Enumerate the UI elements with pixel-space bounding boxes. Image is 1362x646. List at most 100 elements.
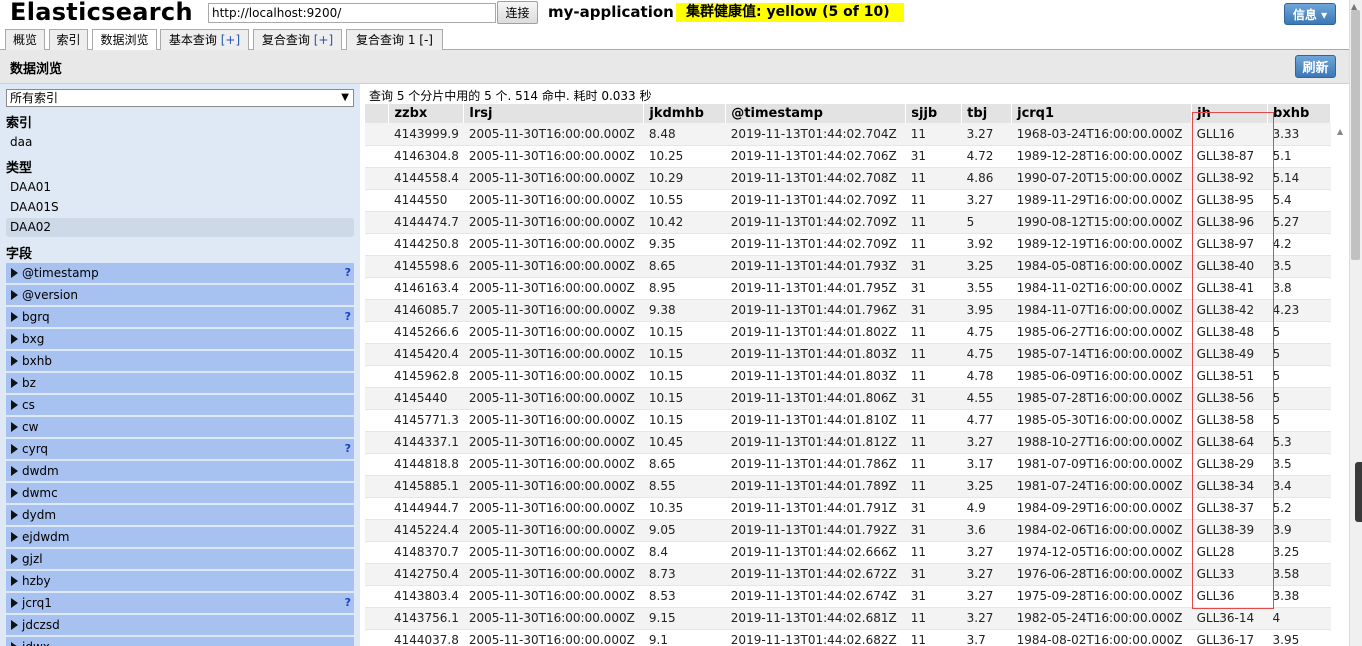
expand-triangle-icon[interactable]	[11, 312, 18, 322]
connect-button[interactable]: 连接	[497, 1, 538, 24]
field-help-icon[interactable]: ?	[345, 593, 351, 613]
url-input[interactable]	[208, 3, 496, 23]
sidebar-item-field[interactable]: jdczsd	[6, 615, 354, 635]
sidebar-item-field[interactable]: gjzl	[6, 549, 354, 569]
column-header[interactable]: sjjb	[905, 104, 963, 123]
table-row[interactable]: 4145962.8 2005-11-30T16:00:00.000Z 10.15 20…	[365, 365, 1331, 388]
table-row[interactable]: 4145420.4 2005-11-30T16:00:00.000Z 10.15 20…	[365, 343, 1331, 366]
table-row[interactable]: 4144558.4 2005-11-30T16:00:00.000Z 10.29 20…	[365, 167, 1331, 190]
table-row[interactable]: 4145440 2005-11-30T16:00:00.000Z 10.15 2019…	[365, 387, 1331, 410]
expand-triangle-icon[interactable]	[11, 620, 18, 630]
table-cell: 2019-11-13T01:44:02.709Z	[725, 189, 906, 212]
sidebar-item-field[interactable]: @timestamp?	[6, 263, 354, 283]
column-header[interactable]: bxhb	[1267, 104, 1331, 123]
sidebar-item-field[interactable]: cs	[6, 395, 354, 415]
sidebar-item-index[interactable]: daa	[6, 133, 354, 152]
table-cell: 4.77	[961, 409, 1012, 432]
sidebar-item-field[interactable]: dydm	[6, 505, 354, 525]
table-row[interactable]: 4144474.7 2005-11-30T16:00:00.000Z 10.42 20…	[365, 211, 1331, 234]
field-help-icon[interactable]: ?	[345, 263, 351, 283]
sidebar-item-field[interactable]: bz	[6, 373, 354, 393]
index-select[interactable]: 所有索引 ▼	[6, 89, 354, 107]
field-help-icon[interactable]: ?	[345, 439, 351, 459]
expand-triangle-icon[interactable]	[11, 400, 18, 410]
expand-triangle-icon[interactable]	[11, 554, 18, 564]
expand-triangle-icon[interactable]	[11, 488, 18, 498]
field-help-icon[interactable]: ?	[345, 307, 351, 327]
table-cell: 2005-11-30T16:00:00.000Z	[463, 519, 644, 542]
table-row[interactable]: 4144550 2005-11-30T16:00:00.000Z 10.55 2019…	[365, 189, 1331, 212]
column-header[interactable]: jkdmhb	[643, 104, 727, 123]
tab-indices[interactable]: 索引	[49, 29, 88, 50]
table-row[interactable]: 4143756.1 2005-11-30T16:00:00.000Z 9.15 201…	[365, 607, 1331, 630]
scrollbar-thumb[interactable]	[1351, 10, 1360, 260]
sidebar-item-type[interactable]: DAA01	[6, 178, 354, 197]
refresh-button[interactable]: 刷新	[1295, 55, 1336, 78]
column-header[interactable]: tbj	[961, 104, 1013, 123]
expand-triangle-icon[interactable]	[11, 642, 18, 646]
sidebar-item-type[interactable]: DAA01S	[6, 198, 354, 217]
expand-triangle-icon[interactable]	[11, 444, 18, 454]
sidebar-item-field[interactable]: hzby	[6, 571, 354, 591]
expand-triangle-icon[interactable]	[11, 466, 18, 476]
expand-triangle-icon[interactable]	[11, 356, 18, 366]
table-row[interactable]: 4146304.8 2005-11-30T16:00:00.000Z 10.25 20…	[365, 145, 1331, 168]
table-row[interactable]: 4143999.9 2005-11-30T16:00:00.000Z 8.48 201…	[365, 123, 1331, 146]
expand-triangle-icon[interactable]	[11, 334, 18, 344]
sidebar-item-field[interactable]: bxhb	[6, 351, 354, 371]
table-row[interactable]: 4144337.1 2005-11-30T16:00:00.000Z 10.45 20…	[365, 431, 1331, 454]
expand-triangle-icon[interactable]	[11, 532, 18, 542]
column-header[interactable]: jh	[1191, 104, 1269, 123]
table-row[interactable]: 4145598.6 2005-11-30T16:00:00.000Z 8.65 201…	[365, 255, 1331, 278]
sidebar-item-field[interactable]: bxg	[6, 329, 354, 349]
table-scroll-up-icon[interactable]: ▲	[1337, 127, 1343, 136]
expand-triangle-icon[interactable]	[11, 576, 18, 586]
sidebar-item-field[interactable]: dwmc	[6, 483, 354, 503]
tab-overview[interactable]: 概览	[5, 29, 45, 50]
table-row[interactable]: 4142750.4 2005-11-30T16:00:00.000Z 8.73 201…	[365, 563, 1331, 586]
column-header[interactable]: zzbx	[388, 104, 465, 123]
column-header[interactable]: @timestamp	[725, 104, 907, 123]
tab-add-icon[interactable]: [+]	[221, 33, 240, 47]
table-row[interactable]: 4144250.8 2005-11-30T16:00:00.000Z 9.35 201…	[365, 233, 1331, 256]
expand-triangle-icon[interactable]	[11, 268, 18, 278]
table-row[interactable]: 4145224.4 2005-11-30T16:00:00.000Z 9.05 201…	[365, 519, 1331, 542]
sidebar-item-field[interactable]: @version	[6, 285, 354, 305]
expand-triangle-icon[interactable]	[11, 422, 18, 432]
column-header[interactable]: lrsj	[463, 104, 645, 123]
expand-triangle-icon[interactable]	[11, 290, 18, 300]
tab-compound-query[interactable]: 复合查询 [+]	[253, 29, 342, 50]
sidebar-item-type-selected[interactable]: DAA02	[6, 218, 354, 237]
sidebar-item-field[interactable]: jcrq1?	[6, 593, 354, 613]
sidebar-item-field[interactable]: dwdm	[6, 461, 354, 481]
table-row[interactable]: 4146085.7 2005-11-30T16:00:00.000Z 9.38 201…	[365, 299, 1331, 322]
tab-basic-query[interactable]: 基本查询 [+]	[160, 29, 249, 50]
table-row[interactable]: 4145885.1 2005-11-30T16:00:00.000Z 8.55 201…	[365, 475, 1331, 498]
table-cell: 3.27	[961, 541, 1012, 564]
table-row[interactable]: 4145266.6 2005-11-30T16:00:00.000Z 10.15 20…	[365, 321, 1331, 344]
table-row[interactable]: 4144037.8 2005-11-30T16:00:00.000Z 9.1 2019…	[365, 629, 1331, 646]
info-button[interactable]: 信息 ▾	[1284, 3, 1336, 25]
table-row[interactable]: 4143803.4 2005-11-30T16:00:00.000Z 8.53 201…	[365, 585, 1331, 608]
tab-add-icon[interactable]: [+]	[314, 33, 333, 47]
table-cell: 9.38	[643, 299, 726, 322]
tab-data-browser[interactable]: 数据浏览	[92, 29, 157, 51]
sidebar-item-field[interactable]: cw	[6, 417, 354, 437]
expand-triangle-icon[interactable]	[11, 378, 18, 388]
sidebar-item-field[interactable]: cyrq?	[6, 439, 354, 459]
sidebar-item-field[interactable]: jdwx	[6, 637, 354, 646]
side-handle[interactable]	[1355, 462, 1362, 522]
table-row[interactable]: 4148370.7 2005-11-30T16:00:00.000Z 8.4 2019…	[365, 541, 1331, 564]
table-row[interactable]: 4144944.7 2005-11-30T16:00:00.000Z 10.35 20…	[365, 497, 1331, 520]
tab-compound-query-1[interactable]: 复合查询 1 [-]	[346, 29, 443, 50]
sidebar-item-field[interactable]: ejdwdm	[6, 527, 354, 547]
expand-triangle-icon[interactable]	[11, 510, 18, 520]
table-row[interactable]: 4145771.3 2005-11-30T16:00:00.000Z 10.15 20…	[365, 409, 1331, 432]
column-header[interactable]	[365, 104, 390, 123]
table-row[interactable]: 4146163.4 2005-11-30T16:00:00.000Z 8.95 201…	[365, 277, 1331, 300]
column-header[interactable]: jcrq1	[1011, 104, 1193, 123]
table-row[interactable]: 4144818.8 2005-11-30T16:00:00.000Z 8.65 201…	[365, 453, 1331, 476]
expand-triangle-icon[interactable]	[11, 598, 18, 608]
sidebar-item-field[interactable]: bgrq?	[6, 307, 354, 327]
tab-close-icon[interactable]: [-]	[419, 33, 433, 47]
